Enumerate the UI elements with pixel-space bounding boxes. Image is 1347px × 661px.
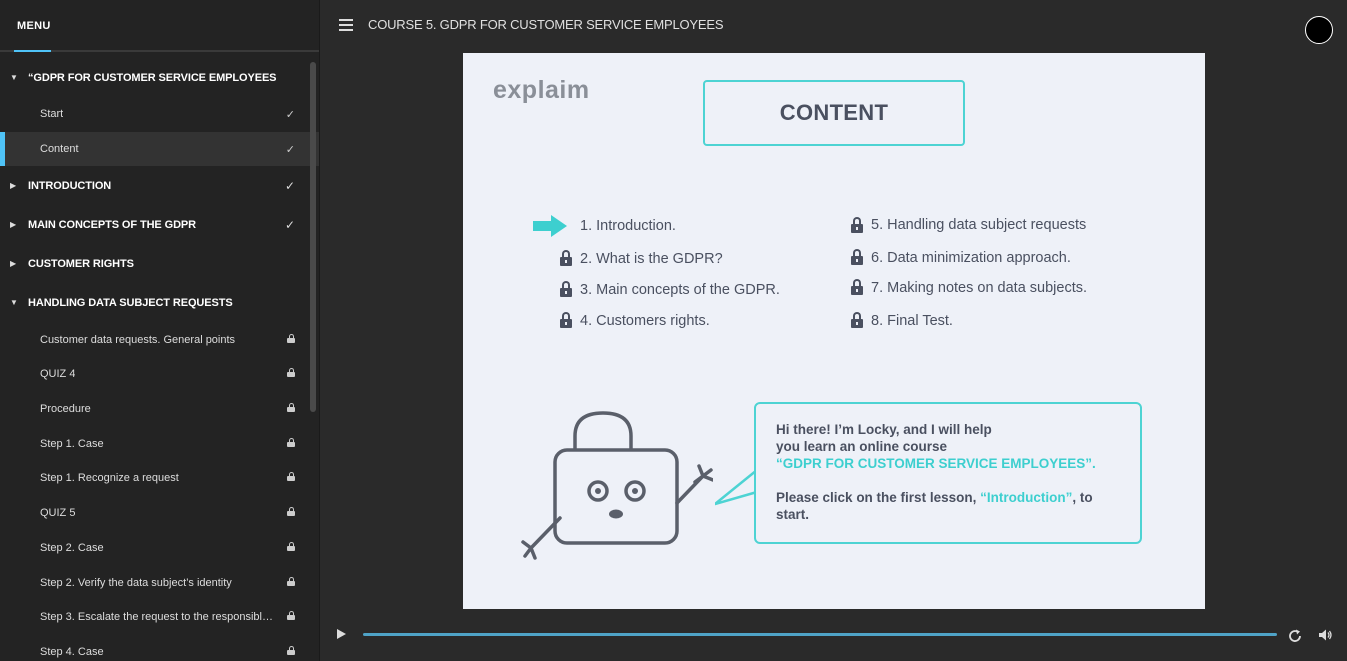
sidebar-lesson-label: QUIZ 4 bbox=[40, 368, 76, 381]
bubble-course-name: “GDPR FOR CUSTOMER SERVICE EMPLOYEES”. bbox=[776, 456, 1096, 471]
lock-icon bbox=[287, 472, 295, 484]
sidebar-lesson-label: Content bbox=[40, 143, 79, 156]
lock-icon bbox=[560, 250, 572, 266]
hamburger-menu-icon[interactable] bbox=[339, 19, 353, 31]
sidebar-section-title: HANDLING DATA SUBJECT REQUESTS bbox=[28, 296, 233, 309]
sidebar-section-title: MAIN CONCEPTS OF THE GDPR bbox=[28, 218, 197, 231]
caret-right-icon: ▶ bbox=[10, 259, 17, 269]
menu-header: MENU bbox=[0, 0, 319, 52]
lock-icon bbox=[287, 611, 295, 623]
checkmark-icon: ✓ bbox=[284, 217, 295, 232]
sidebar-lesson-item[interactable]: Step 4. Case bbox=[0, 635, 319, 661]
lock-icon bbox=[287, 645, 295, 658]
caret-down-icon: ▼ bbox=[10, 73, 18, 82]
progress-bar[interactable] bbox=[363, 633, 1277, 636]
sidebar-lesson-label: Procedure bbox=[40, 403, 91, 416]
lock-icon bbox=[287, 368, 295, 380]
sidebar-section-title: INTRODUCTION bbox=[28, 179, 112, 192]
sidebar-list: ▼ “GDPR FOR CUSTOMER SERVICE EMPLOYEES Sta… bbox=[0, 52, 319, 661]
user-avatar[interactable] bbox=[1305, 16, 1333, 44]
sidebar-section[interactable]: ▶ MAIN CONCEPTS OF THE GDPR ✓ bbox=[0, 205, 319, 244]
sidebar-lesson-label: QUIZ 5 bbox=[40, 507, 76, 520]
player-controls bbox=[320, 612, 1347, 661]
lock-icon bbox=[560, 281, 572, 297]
slide: explaim CONTENT 1. Introduction. 2. What… bbox=[463, 53, 1205, 609]
bubble-cta-text: Please click on the first lesson, bbox=[776, 490, 981, 505]
sidebar-lesson-label: Step 3. Escalate the request to the resp… bbox=[40, 611, 275, 624]
sidebar-lesson-label: Step 2. Verify the data subject’s identi… bbox=[40, 576, 232, 589]
sidebar-lesson-item[interactable]: QUIZ 4 bbox=[0, 357, 319, 392]
explaim-logo: explaim bbox=[493, 76, 590, 104]
sidebar-section-title: CUSTOMER RIGHTS bbox=[28, 257, 134, 270]
menu-tab-indicator bbox=[14, 50, 51, 52]
sidebar-lesson-item[interactable]: Procedure bbox=[0, 392, 319, 427]
locky-mascot-illustration bbox=[521, 411, 713, 560]
lock-icon bbox=[851, 312, 863, 328]
toc-item-final-test[interactable]: 8. Final Test. bbox=[871, 313, 953, 329]
toc-item-what-is-gdpr[interactable]: 2. What is the GDPR? bbox=[580, 251, 723, 267]
toc-item-handling-requests[interactable]: 5. Handling data subject requests bbox=[871, 217, 1086, 233]
toc-item-customers-rights[interactable]: 4. Customers rights. bbox=[580, 313, 710, 329]
sidebar-lesson-label: Step 2. Case bbox=[40, 541, 104, 554]
sidebar-lesson-item[interactable]: Step 2. Verify the data subject’s identi… bbox=[0, 565, 319, 600]
sidebar-lesson-label: Step 4. Case bbox=[40, 645, 104, 658]
checkmark-icon: ✓ bbox=[285, 143, 295, 156]
lock-icon bbox=[851, 217, 863, 233]
speech-bubble: Hi there! I’m Locky, and I will help you… bbox=[754, 402, 1142, 544]
sidebar-lesson-item[interactable]: Customer data requests. General points bbox=[0, 322, 319, 357]
sidebar: MENU ▼ “GDPR FOR CUSTOMER SERVICE EMPLOYE… bbox=[0, 0, 320, 661]
toc-item-introduction[interactable]: 1. Introduction. bbox=[580, 218, 676, 234]
sidebar-lesson-item[interactable]: QUIZ 5 bbox=[0, 496, 319, 531]
sidebar-scrollbar[interactable] bbox=[310, 62, 316, 412]
lock-icon bbox=[851, 249, 863, 265]
sidebar-section[interactable]: ▼ “GDPR FOR CUSTOMER SERVICE EMPLOYEES bbox=[0, 58, 319, 97]
checkmark-icon: ✓ bbox=[285, 108, 295, 121]
topbar: COURSE 5. GDPR FOR CUSTOMER SERVICE EMPL… bbox=[320, 0, 1347, 52]
toc-item-data-minimization[interactable]: 6. Data minimization approach. bbox=[871, 250, 1071, 266]
volume-icon[interactable] bbox=[1318, 628, 1332, 642]
lock-icon bbox=[560, 312, 572, 328]
lock-icon bbox=[851, 279, 863, 295]
menu-tab[interactable]: MENU bbox=[17, 20, 51, 32]
replay-icon[interactable] bbox=[1288, 629, 1302, 643]
lock-icon bbox=[287, 333, 295, 346]
sidebar-lesson-item[interactable]: Start ✓ bbox=[0, 97, 319, 132]
lock-icon bbox=[287, 576, 295, 589]
caret-down-icon: ▼ bbox=[10, 298, 18, 308]
sidebar-lesson-label: Step 1. Recognize a request bbox=[40, 472, 179, 485]
bubble-line-1: Hi there! I’m Locky, and I will help bbox=[776, 422, 992, 437]
bubble-line-2: you learn an online course bbox=[776, 439, 948, 454]
lock-icon bbox=[287, 437, 295, 450]
sidebar-lesson-item[interactable]: Content ✓ bbox=[0, 131, 319, 167]
sidebar-lesson-item[interactable]: Step 2. Case bbox=[0, 531, 319, 566]
arrow-right-icon bbox=[533, 215, 567, 237]
sidebar-lesson-item[interactable]: Step 1. Recognize a request bbox=[0, 461, 319, 496]
bubble-cta-link[interactable]: “Introduction” bbox=[980, 490, 1072, 505]
sidebar-section[interactable]: ▶ CUSTOMER RIGHTS bbox=[0, 244, 319, 283]
app: MENU ▼ “GDPR FOR CUSTOMER SERVICE EMPLOYE… bbox=[0, 0, 1347, 661]
sidebar-lesson-label: Customer data requests. General points bbox=[40, 333, 236, 346]
content-heading-box: CONTENT bbox=[703, 80, 965, 146]
speech-bubble-tail bbox=[715, 469, 758, 506]
sidebar-lesson-label: Start bbox=[40, 108, 64, 121]
toc-item-making-notes[interactable]: 7. Making notes on data subjects. bbox=[871, 280, 1087, 296]
sidebar-section-title: “GDPR FOR CUSTOMER SERVICE EMPLOYEES bbox=[28, 71, 277, 84]
sidebar-section[interactable]: ▼ HANDLING DATA SUBJECT REQUESTS bbox=[0, 283, 319, 322]
sidebar-lesson-label: Step 1. Case bbox=[40, 437, 104, 450]
sidebar-lesson-item[interactable]: Step 3. Escalate the request to the resp… bbox=[0, 600, 319, 635]
toc-item-main-concepts[interactable]: 3. Main concepts of the GDPR. bbox=[580, 282, 780, 298]
content-heading: CONTENT bbox=[779, 100, 889, 125]
sidebar-section[interactable]: ▶ INTRODUCTION ✓ bbox=[0, 166, 319, 205]
lock-icon bbox=[287, 403, 295, 415]
caret-right-icon: ▶ bbox=[10, 220, 17, 230]
lock-icon bbox=[287, 541, 295, 554]
checkmark-icon: ✓ bbox=[284, 178, 295, 193]
sidebar-lesson-item[interactable]: Step 1. Case bbox=[0, 426, 319, 461]
play-icon[interactable] bbox=[337, 629, 346, 639]
lock-icon bbox=[287, 507, 295, 519]
caret-right-icon: ▶ bbox=[10, 181, 17, 191]
course-title: COURSE 5. GDPR FOR CUSTOMER SERVICE EMPL… bbox=[368, 17, 724, 32]
